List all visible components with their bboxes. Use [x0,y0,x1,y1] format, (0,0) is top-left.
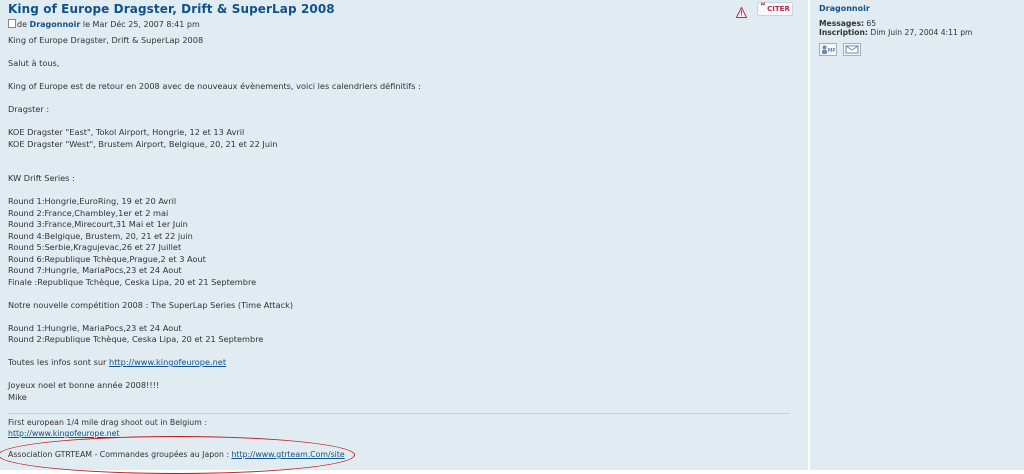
post-line: Round 6:Republique Tchèque,Prague,2 et 3… [8,253,206,264]
highlight-ellipse [0,436,355,474]
profile-stats: Messages: 65 Inscription: Dim Juin 27, 2… [819,19,972,37]
post-line: King of Europe Dragster, Drift & SuperLa… [8,35,204,45]
quote-label: CITER [767,5,790,13]
inscription-label: Inscription: [819,28,868,37]
post-line: Round 3:France,Mirecourt,31 Mai et 1er J… [8,219,188,229]
post-line: Round 5:Serbie,Kragujevac,26 et 27 Juill… [8,242,182,252]
profile-contact-icons: MP [819,41,867,60]
post-line: Round 2:Republique Tchèque, Ceska Lipa, … [8,334,264,344]
infos-link-kingofeurope[interactable]: http://www.kingofeurope.net [109,357,226,367]
post-line: Notre nouvelle compétition 2008 : The Su… [8,299,294,310]
signature-link-kingofeurope[interactable]: http://www.kingofeurope.net [8,429,119,438]
quote-icon: “ [760,2,766,12]
email-icon [845,45,859,54]
infos-text: Toutes les infos sont sur [8,357,110,367]
post-body-panel: King of Europe Dragster, Drift & SuperLa… [0,0,808,474]
forum-post: King of Europe Dragster, Drift & SuperLa… [0,0,1024,474]
post-line: KW Drift Series : [8,173,75,183]
byline-prefix: de [17,20,30,29]
byline-date: le Mar Déc 25, 2007 8:41 pm [80,20,200,29]
post-line: Salut à tous, [8,58,60,68]
post-title[interactable]: King of Europe Dragster, Drift & SuperLa… [8,2,335,16]
post-line: Joyeux noel et bonne année 2008!!!! [8,380,160,390]
signature-text: First european 1/4 mile drag shoot out i… [8,418,207,427]
post-line: Round 1:Hongrie,EuroRing, 19 et 20 Avril [8,196,177,206]
quote-button[interactable]: “ CITER [757,2,793,16]
post-line: Round 4:Belgique, Brustem, 20, 21 et 22 … [8,230,193,241]
post-byline: de Dragonnoir le Mar Déc 25, 2007 8:41 p… [8,19,200,29]
post-icon[interactable] [8,19,16,28]
author-profile-panel: Dragonnoir Messages: 65 Inscription: Dim… [808,0,1024,470]
post-signature: First european 1/4 mile drag shoot out i… [0,413,790,474]
report-button[interactable] [735,3,748,18]
profile-name[interactable]: Dragonnoir [819,4,870,13]
post-line: Mike [8,391,27,402]
post-line: King of Europe est de retour en 2008 ave… [8,81,421,91]
pm-button[interactable]: MP [819,43,837,56]
post-line: Dragster : [8,104,50,114]
post-line: KOE Dragster "West", Brustem Airport, Be… [8,138,278,149]
pm-icon: MP [822,45,835,54]
email-button[interactable] [843,43,861,56]
post-line: KOE Dragster "East", Tokol Airport, Hong… [8,127,245,137]
warning-icon [735,6,748,18]
inscription-value: Dim Juin 27, 2004 4:11 pm [867,28,973,37]
messages-label: Messages: [819,19,865,28]
byline-author[interactable]: Dragonnoir [30,20,81,29]
post-line: Round 1:Hungrie, MariaPocs,23 et 24 Aout [8,322,182,333]
svg-text:MP: MP [828,48,835,54]
messages-value: 65 [864,19,877,28]
post-line: Finale :Republique Tchèque, Ceska Lipa, … [8,276,257,287]
post-content: King of Europe Dragster, Drift & SuperLa… [8,35,788,403]
infos-line: Toutes les infos sont sur http://www.kin… [8,357,788,369]
post-line: Round 2:France,Chambley,1er et 2 mai [8,207,169,218]
post-line: Round 7:Hungrie, MariaPocs,23 et 24 Aout [8,265,182,275]
